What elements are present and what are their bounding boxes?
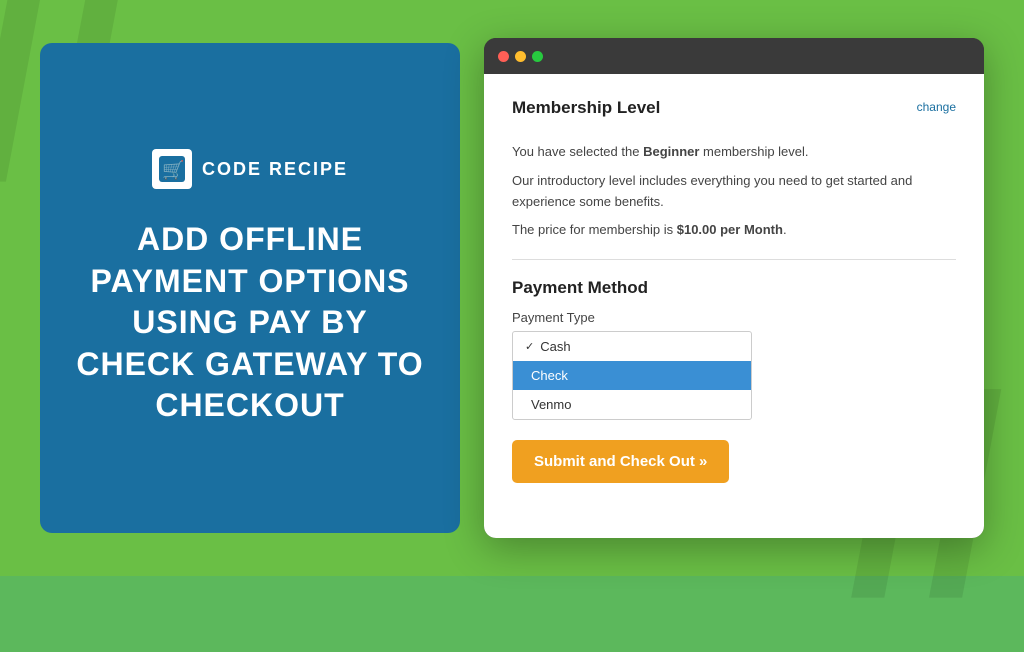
- membership-header: Membership Level change: [512, 98, 956, 130]
- membership-level-bold: Beginner: [643, 144, 699, 159]
- payment-section-title: Payment Method: [512, 278, 956, 298]
- check-label: Check: [531, 368, 568, 383]
- browser-maximize-dot: [532, 51, 543, 62]
- dropdown-list[interactable]: ✓ Cash Check Venmo: [512, 331, 752, 420]
- section-divider: [512, 259, 956, 260]
- browser-minimize-dot: [515, 51, 526, 62]
- browser-window: Membership Level change You have selecte…: [484, 38, 984, 538]
- main-heading: ADD OFFLINE PAYMENT OPTIONS USING PAY BY…: [70, 219, 430, 427]
- change-link[interactable]: change: [917, 100, 956, 114]
- cash-label: Cash: [540, 339, 570, 354]
- submit-checkout-button[interactable]: Submit and Check Out »: [512, 440, 729, 483]
- browser-close-dot: [498, 51, 509, 62]
- browser-content: Membership Level change You have selecte…: [484, 74, 984, 538]
- membership-price-bold: $10.00 per Month: [677, 222, 783, 237]
- browser-bar: [484, 38, 984, 74]
- logo-text: CODE RECIPE: [202, 159, 348, 180]
- payment-dropdown[interactable]: ✓ Cash Check Venmo: [512, 331, 752, 420]
- background: // // 🛒 CODE RECIPE ADD OFFLINE PAYMENT …: [0, 0, 1024, 576]
- membership-line3: The price for membership is $10.00 per M…: [512, 220, 956, 241]
- dropdown-item-check[interactable]: Check: [513, 361, 751, 390]
- svg-text:🛒: 🛒: [162, 159, 184, 180]
- cash-checkmark: ✓: [525, 340, 534, 353]
- membership-line2: Our introductory level includes everythi…: [512, 171, 956, 213]
- venmo-label: Venmo: [531, 397, 571, 412]
- dropdown-item-venmo[interactable]: Venmo: [513, 390, 751, 419]
- logo-area: 🛒 CODE RECIPE: [152, 149, 348, 189]
- membership-section-title: Membership Level: [512, 98, 660, 118]
- left-panel: 🛒 CODE RECIPE ADD OFFLINE PAYMENT OPTION…: [40, 43, 460, 533]
- payment-type-label: Payment Type: [512, 310, 956, 325]
- logo-icon: 🛒: [152, 149, 192, 189]
- dropdown-item-cash[interactable]: ✓ Cash: [513, 332, 751, 361]
- membership-line1: You have selected the Beginner membershi…: [512, 142, 956, 163]
